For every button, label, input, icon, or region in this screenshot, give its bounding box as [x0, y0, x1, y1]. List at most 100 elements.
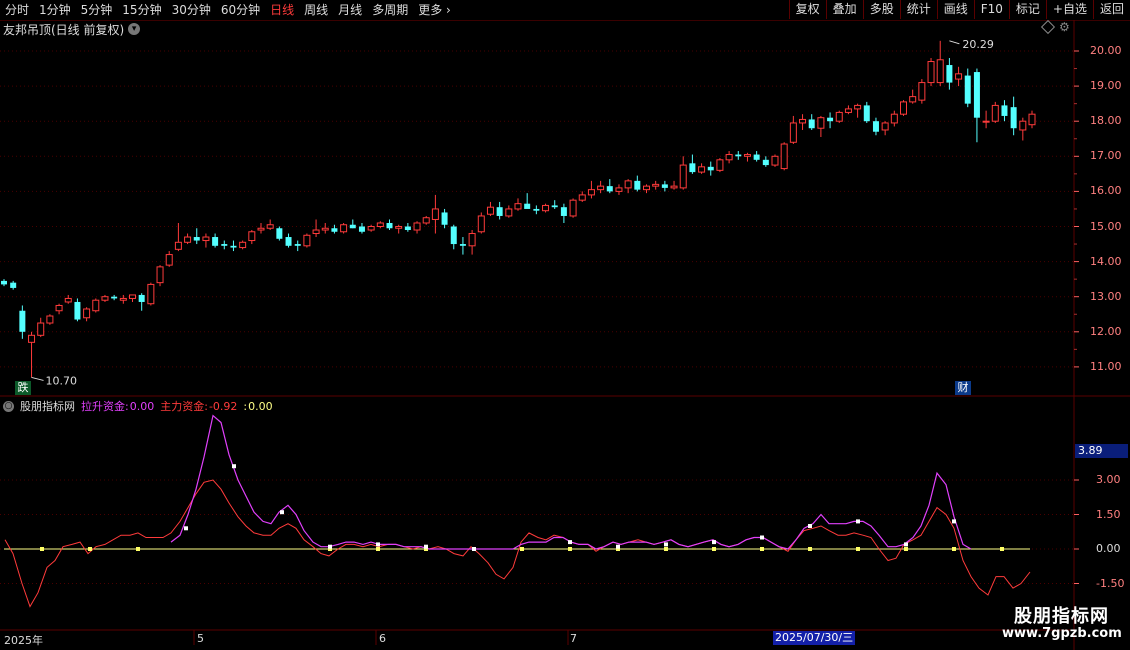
low-marker-line [31, 376, 44, 381]
candle-body-up [652, 183, 660, 187]
crosshair-date-label: 2025/07/30/三 [773, 631, 856, 645]
candle-body-up [101, 296, 109, 301]
candle-body-up [431, 208, 439, 220]
candle-body-up [174, 241, 182, 250]
series3-value: 0.00 [248, 399, 273, 413]
candle-body-up [955, 73, 963, 80]
candle-body-up [514, 203, 522, 210]
candle-body-down [496, 207, 503, 216]
indicator-settings-icon[interactable]: ○ [3, 400, 14, 412]
lift-marker [376, 542, 380, 547]
xaxis-label-year: 2025年 [4, 634, 43, 647]
price-axis-label: 12.00 [1090, 324, 1122, 338]
zero-marker [376, 547, 380, 551]
low-price-label: 10.70 [46, 374, 78, 387]
candle-body-up [918, 82, 926, 101]
tag-cai[interactable]: 财 [955, 381, 971, 395]
candle-body-up [486, 206, 494, 215]
price-axis-label: 11.00 [1090, 359, 1122, 373]
candle-body-up [624, 180, 632, 189]
candle-body-down [707, 166, 714, 171]
candle-body-down [560, 207, 567, 216]
price-axis-label: 19.00 [1090, 79, 1122, 93]
candle-body-up [927, 61, 935, 84]
candle-body-up [376, 222, 384, 228]
zero-marker [568, 547, 572, 551]
candle-body-up [725, 154, 733, 161]
lift-fund-line [170, 414, 972, 550]
candle-body-up [799, 118, 807, 124]
lift-marker [472, 547, 476, 551]
indicator-axis-label: 3.00 [1096, 473, 1121, 486]
candle-body-up [643, 185, 650, 191]
candle-body-down [74, 301, 81, 320]
price-axis-label: 14.00 [1090, 254, 1122, 268]
candle-body-down [606, 186, 613, 192]
candle-body-up [312, 229, 320, 235]
main-fund-line [4, 479, 1031, 608]
zero-marker [1000, 547, 1004, 551]
candle-body-down [661, 184, 668, 188]
candle-body-up [900, 101, 907, 115]
candle-body-down [358, 226, 365, 232]
zero-marker [712, 547, 716, 551]
candle-body-down [349, 224, 356, 229]
candle-body-up [817, 117, 825, 129]
candle-body-down [294, 244, 301, 246]
candle-body-up [413, 222, 421, 231]
candle-body-up [569, 199, 577, 217]
candle-body-down [1001, 105, 1008, 116]
lift-marker [424, 544, 428, 549]
series2-value: -0.92 [208, 399, 238, 413]
zero-marker [904, 547, 908, 551]
candle-body-up [1028, 113, 1036, 126]
candle-body-down [331, 228, 338, 232]
candle-body-down [285, 237, 292, 246]
zero-marker [520, 547, 524, 551]
candle-body-down [524, 203, 531, 209]
kline-chart[interactable]: 20.29 10.70 [0, 0, 1130, 650]
xaxis-label-jun: 6 [379, 632, 386, 645]
candle-body-down [459, 244, 466, 246]
price-axis-label: 17.00 [1090, 149, 1122, 163]
candle-body-down [735, 154, 742, 157]
candle-body-up [789, 122, 797, 143]
candle-body-up [129, 294, 136, 299]
candle-body-up [844, 108, 852, 113]
candle-body-up [542, 204, 550, 212]
candle-body-up [165, 254, 173, 266]
candle-body-up [92, 299, 100, 312]
series3-label: : [243, 399, 248, 413]
candle-body-down [1, 280, 7, 285]
xaxis-label-jul: 7 [570, 632, 577, 645]
candle-body-up [890, 113, 898, 124]
watermark: 股朋指标网 www.7gpzb.com [988, 600, 1128, 648]
candle-body-down [441, 212, 448, 225]
zero-marker [760, 547, 764, 551]
candle-body-up [46, 315, 54, 324]
tag-die[interactable]: 跌 [15, 381, 31, 395]
candle-body-up [156, 266, 164, 284]
watermark-name: 股朋指标网 [1014, 606, 1109, 627]
lift-marker [232, 464, 236, 469]
lift-marker [568, 540, 572, 545]
candle-body-up [37, 322, 45, 336]
candle-body-up [936, 59, 944, 84]
candle-body-up [248, 231, 256, 242]
candle-body-up [395, 226, 403, 229]
candle-body-up [184, 236, 192, 243]
candle-body-up [909, 96, 917, 103]
indicator-name: 股朋指标网 [20, 400, 75, 413]
candle-body-up [982, 120, 990, 123]
candle-body-down [19, 310, 26, 332]
candle-body-down [1010, 107, 1017, 129]
price-axis-label: 18.00 [1090, 114, 1122, 128]
candle-body-down [872, 121, 879, 132]
candle-body-down [212, 237, 219, 246]
indicator-title: ○ 股朋指标网 拉升资金: 0.00 主力资金: -0.92 : 0.00 [3, 398, 273, 414]
candle-body-up [119, 297, 127, 301]
candle-body-up [340, 224, 348, 233]
zero-marker [952, 547, 956, 551]
candle-body-down [689, 163, 696, 173]
candle-body-up [147, 283, 155, 305]
